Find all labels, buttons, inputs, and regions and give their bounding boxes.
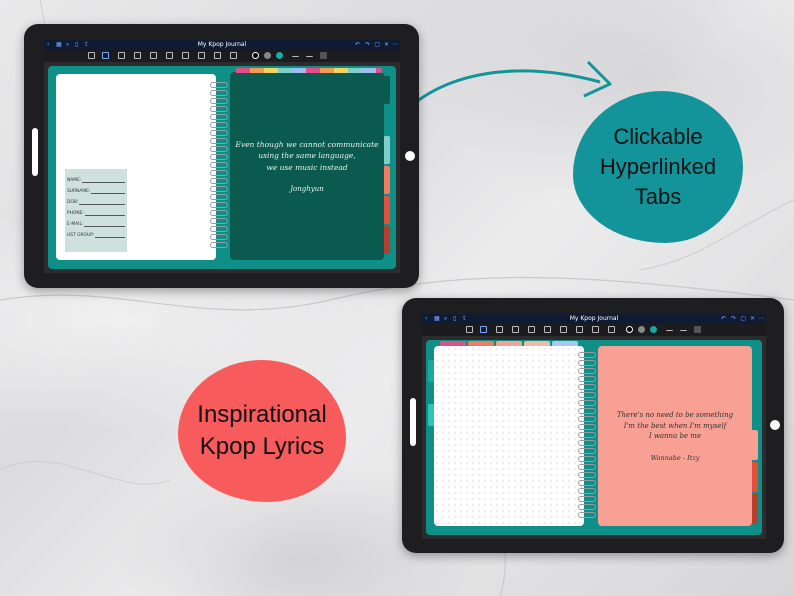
eraser-tool-icon[interactable] <box>496 326 503 333</box>
form-row-name[interactable]: NAME: <box>67 172 125 183</box>
lasso-tool-icon[interactable] <box>544 326 551 333</box>
form-row-email[interactable]: E-MAIL: <box>67 216 125 227</box>
notebook-area: NAME: SURNAME: DOB: PHONE: E-MAIL: UST G… <box>48 66 396 269</box>
stroke-thin[interactable] <box>666 326 673 331</box>
color-gray[interactable] <box>264 52 271 59</box>
pen-tool-icon[interactable] <box>480 326 487 333</box>
eraser-tool-icon[interactable] <box>118 52 125 59</box>
title-bar: ‹ ▦ ⌕ ▯ ⇪ My Kpop Journal ↶ ↷ ▢ ✕ ⋯ <box>422 314 766 324</box>
more-icon[interactable]: ⋯ <box>392 41 398 48</box>
undo-icon[interactable]: ↶ <box>721 315 726 322</box>
form-row-group[interactable]: UST GROUP: <box>67 227 125 238</box>
page-icon[interactable]: ▢ <box>740 315 746 322</box>
highlighter-tool-icon[interactable] <box>512 326 519 333</box>
color-teal[interactable] <box>276 52 283 59</box>
pointer-tool-icon[interactable] <box>230 52 237 59</box>
top-tablet-screen: ‹ ▦ ⌕ ▯ ⇪ My Kpop Journal ↶ ↷ ▢ ✕ ⋯ NAME… <box>44 40 400 273</box>
stroke-medium[interactable] <box>306 52 313 57</box>
bottom-tablet: ‹ ▦ ⌕ ▯ ⇪ My Kpop Journal ↶ ↷ ▢ ✕ ⋯ Ther… <box>402 298 784 553</box>
reader-tool-icon[interactable] <box>88 52 95 59</box>
stroke-medium[interactable] <box>680 326 687 331</box>
dot-grid-page[interactable] <box>434 346 584 526</box>
month-tabs[interactable] <box>236 68 382 73</box>
bottom-tablet-screen: ‹ ▦ ⌕ ▯ ⇪ My Kpop Journal ↶ ↷ ▢ ✕ ⋯ Ther… <box>422 314 766 539</box>
lyric-block: Even though we cannot communicate using … <box>235 139 379 172</box>
form-row-dob[interactable]: DOB: <box>67 194 125 205</box>
camera-tool-icon[interactable] <box>198 52 205 59</box>
lyric-block: There's no need to be something I'm the … <box>616 410 734 441</box>
tab-6[interactable] <box>384 226 390 254</box>
tab-2[interactable] <box>384 106 390 134</box>
notebook-area: There's no need to be something I'm the … <box>426 340 762 535</box>
right-tab-1[interactable] <box>752 430 758 460</box>
lyric-page[interactable]: There's no need to be something I'm the … <box>598 346 752 526</box>
color-black[interactable] <box>252 52 259 59</box>
home-button[interactable] <box>770 420 780 430</box>
text-tool-icon[interactable] <box>592 326 599 333</box>
image-tool-icon[interactable] <box>560 326 567 333</box>
callout-line: Clickable <box>613 124 703 150</box>
text-tool-icon[interactable] <box>214 52 221 59</box>
more-icon[interactable]: ⋯ <box>758 315 764 322</box>
form-row-phone[interactable]: PHONE: <box>67 205 125 216</box>
tool-bar <box>422 324 766 336</box>
stroke-thin[interactable] <box>292 52 299 57</box>
callout-line: Tabs <box>634 183 682 209</box>
reader-tool-icon[interactable] <box>466 326 473 333</box>
tab-3[interactable] <box>384 136 390 164</box>
color-teal[interactable] <box>650 326 657 333</box>
callout-line: Hyperlinked <box>599 154 717 180</box>
title-bar: ‹ ▦ ⌕ ▯ ⇪ My Kpop Journal ↶ ↷ ▢ ✕ ⋯ <box>44 40 400 50</box>
stroke-thick[interactable] <box>694 326 701 333</box>
pen-tool-icon[interactable] <box>102 52 109 59</box>
camera-tool-icon[interactable] <box>576 326 583 333</box>
callout-line: Inspirational <box>197 400 327 428</box>
document-title[interactable]: My Kpop Journal <box>44 41 400 48</box>
left-page[interactable]: NAME: SURNAME: DOB: PHONE: E-MAIL: UST G… <box>56 74 216 260</box>
top-tablet: ‹ ▦ ⌕ ▯ ⇪ My Kpop Journal ↶ ↷ ▢ ✕ ⋯ NAME… <box>24 24 419 288</box>
lyric-signature: Jonghyun <box>290 185 324 194</box>
close-icon[interactable]: ✕ <box>750 315 755 322</box>
right-tab-3[interactable] <box>752 494 758 524</box>
home-button[interactable] <box>405 151 415 161</box>
pointer-tool-icon[interactable] <box>608 326 615 333</box>
color-gray[interactable] <box>638 326 645 333</box>
tab-1[interactable] <box>384 76 390 104</box>
form-row-surname[interactable]: SURNAME: <box>67 183 125 194</box>
redo-icon[interactable]: ↷ <box>731 315 736 322</box>
tool-bar <box>44 50 400 62</box>
image-tool-icon[interactable] <box>182 52 189 59</box>
close-icon[interactable]: ✕ <box>384 41 389 48</box>
undo-icon[interactable]: ↶ <box>355 41 360 48</box>
color-black[interactable] <box>626 326 633 333</box>
tab-5[interactable] <box>384 196 390 224</box>
lyric-signature: Wannabe - Itzy <box>650 454 700 463</box>
tab-4[interactable] <box>384 166 390 194</box>
callout-line: Kpop Lyrics <box>199 433 325 460</box>
document-title[interactable]: My Kpop Journal <box>422 315 766 322</box>
redo-icon[interactable]: ↷ <box>365 41 370 48</box>
side-button[interactable] <box>32 128 38 176</box>
shape-tool-icon[interactable] <box>528 326 535 333</box>
lasso-tool-icon[interactable] <box>166 52 173 59</box>
shape-tool-icon[interactable] <box>150 52 157 59</box>
highlighter-tool-icon[interactable] <box>134 52 141 59</box>
right-page[interactable]: Even though we cannot communicate using … <box>230 72 384 260</box>
profile-form: NAME: SURNAME: DOB: PHONE: E-MAIL: UST G… <box>65 169 127 252</box>
page-icon[interactable]: ▢ <box>374 41 380 48</box>
right-tab-2[interactable] <box>752 462 758 492</box>
stroke-thick[interactable] <box>320 52 327 59</box>
side-button[interactable] <box>410 398 416 446</box>
